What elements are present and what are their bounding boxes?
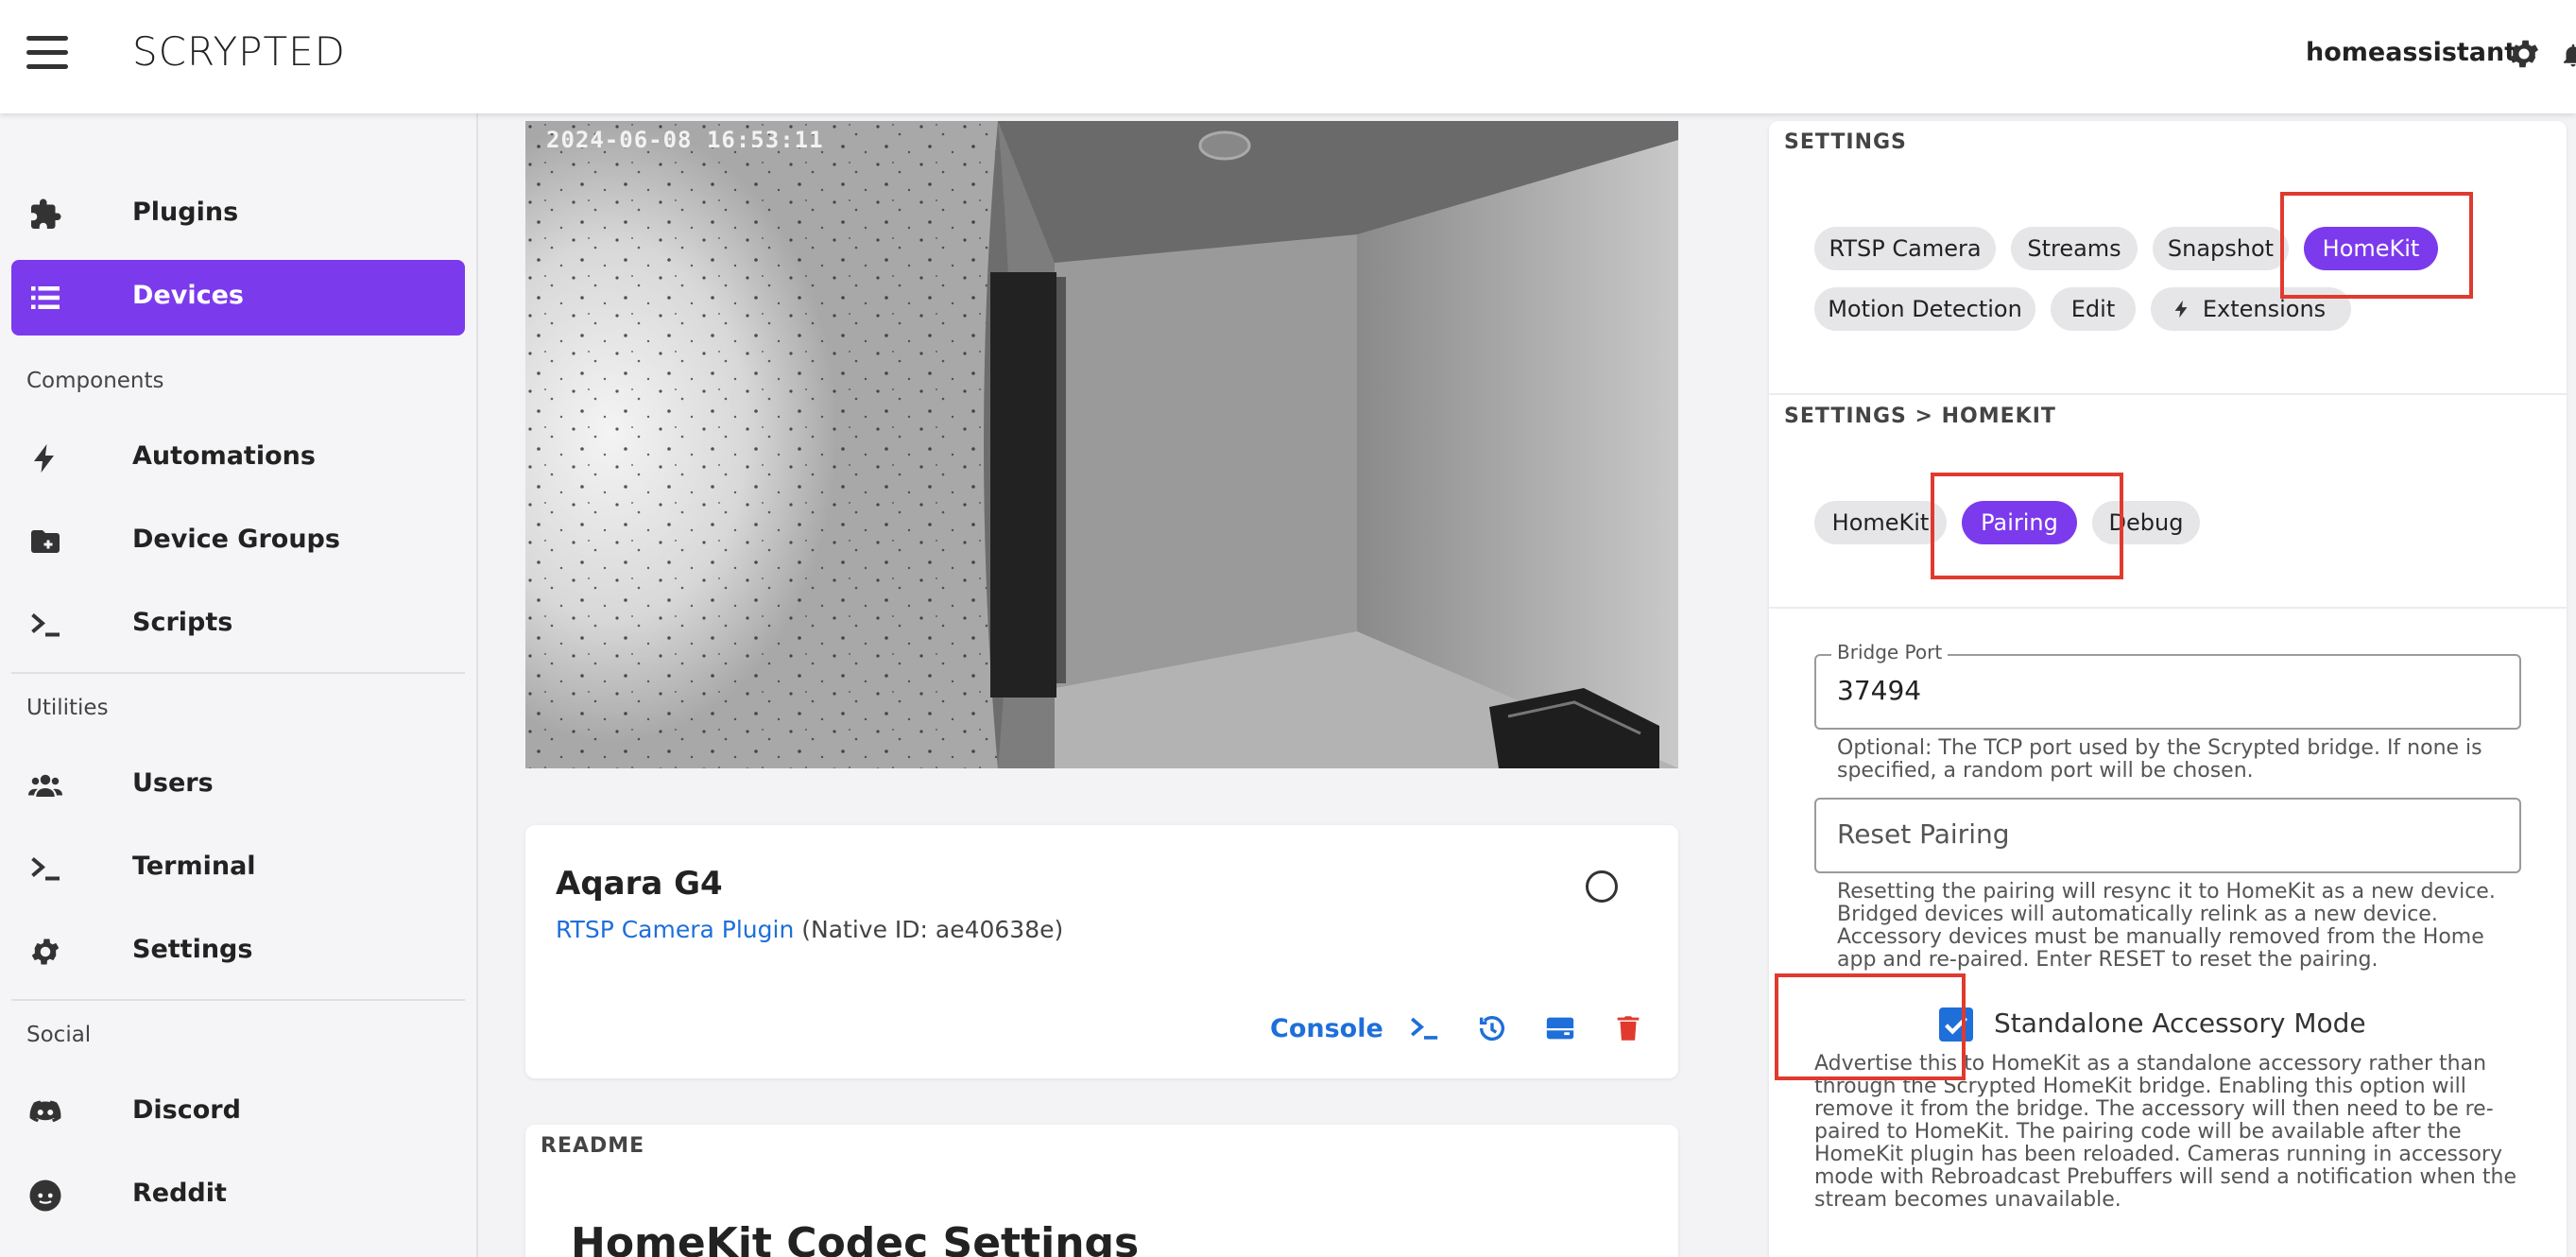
sidebar-item-devices[interactable]: Devices: [11, 260, 465, 336]
sidebar-item-label: Scripts: [132, 608, 233, 637]
sidebar-item-label: Terminal: [132, 852, 256, 881]
brand-title[interactable]: SCRYPTED: [132, 28, 346, 75]
sidebar-item-settings[interactable]: Settings: [11, 914, 465, 990]
standalone-label[interactable]: Standalone Accessory Mode: [1994, 1007, 2366, 1039]
terminal-icon: [31, 613, 60, 637]
readme-title: HomeKit Codec Settings: [571, 1219, 1140, 1257]
top-bar: SCRYPTED homeassistant: [0, 0, 2576, 113]
plugin-link[interactable]: RTSP Camera Plugin: [556, 916, 794, 943]
sidebar-item-plugins[interactable]: Plugins: [11, 177, 465, 252]
tab-extensions-label: Extensions: [2202, 296, 2327, 322]
gear-icon[interactable]: [2506, 36, 2542, 72]
settings-label: SETTINGS: [1784, 130, 1907, 154]
sidebar-item-label: Automations: [132, 441, 316, 471]
sidebar-item-automations[interactable]: Automations: [11, 421, 465, 496]
readme-label: README: [541, 1134, 645, 1158]
bridge-port-value[interactable]: 37494: [1837, 675, 1921, 706]
highlight-box-standalone-checkbox: [1775, 973, 1966, 1080]
sidebar-divider: [11, 999, 465, 1001]
tab-rtsp-camera[interactable]: RTSP Camera: [1814, 227, 1996, 270]
camera-video-feed[interactable]: 2024-06-08 16:53:11: [525, 121, 1678, 768]
discord-icon: [29, 1100, 61, 1123]
sidebar-item-discord[interactable]: Discord: [11, 1075, 465, 1150]
sidebar-item-label: Devices: [132, 281, 244, 310]
reset-pairing-field[interactable]: Reset Pairing: [1814, 798, 2521, 873]
sidebar-item-device-groups[interactable]: Device Groups: [11, 504, 465, 579]
bolt-icon: [2174, 300, 2188, 319]
section-label-components: Components: [26, 369, 164, 393]
native-id: (Native ID: ae40638e): [801, 916, 1064, 943]
tab-motion-detection[interactable]: Motion Detection: [1814, 287, 2035, 331]
bolt-icon: [34, 444, 54, 473]
gear-icon: [31, 938, 60, 965]
history-icon[interactable]: [1476, 1012, 1508, 1044]
sidebar: Plugins Devices Components Automations D…: [0, 113, 478, 1257]
sidebar-item-reddit[interactable]: Reddit: [11, 1158, 465, 1233]
sidebar-item-label: Device Groups: [132, 525, 340, 554]
bridge-port-help: Optional: The TCP port used by the Scryp…: [1837, 736, 2482, 783]
sidebar-item-terminal[interactable]: Terminal: [11, 831, 465, 906]
sidebar-item-label: Reddit: [132, 1179, 227, 1208]
storage-icon[interactable]: [1544, 1012, 1576, 1044]
console-button[interactable]: Console: [1270, 1014, 1383, 1043]
device-info-card: Aqara G4 RTSP Camera Plugin (Native ID: …: [525, 825, 1678, 1078]
reset-pairing-help: Resetting the pairing will resync it to …: [1837, 880, 2496, 972]
highlight-box-homekit-tab: [2280, 192, 2473, 299]
sidebar-item-label: Users: [132, 768, 214, 798]
sidebar-item-scripts[interactable]: Scripts: [11, 587, 465, 663]
settings-separator: [1769, 393, 2567, 395]
device-status-circle[interactable]: [1586, 870, 1618, 903]
users-icon: [28, 774, 62, 797]
terminal-icon[interactable]: [1408, 1012, 1440, 1044]
user-name[interactable]: homeassistant: [2306, 38, 2516, 67]
camera-frame-image: [525, 121, 1678, 768]
device-subtitle: RTSP Camera Plugin (Native ID: ae40638e): [556, 916, 1063, 943]
puzzle-icon: [31, 198, 61, 229]
sub-settings-label: SETTINGS > HOMEKIT: [1784, 405, 2056, 428]
sidebar-item-label: Plugins: [132, 198, 239, 227]
readme-card: README HomeKit Codec Settings: [525, 1125, 1678, 1257]
sidebar-divider: [11, 672, 465, 674]
settings-separator: [1769, 607, 2567, 609]
sidebar-item-label: Settings: [132, 935, 253, 964]
highlight-box-pairing-tab: [1931, 473, 2123, 579]
sidebar-item-users[interactable]: Users: [11, 748, 465, 823]
section-label-utilities: Utilities: [26, 696, 109, 720]
sidebar-item-label: Discord: [132, 1095, 241, 1125]
bridge-port-legend: Bridge Port: [1831, 641, 1949, 663]
reset-pairing-placeholder[interactable]: Reset Pairing: [1837, 818, 2010, 850]
tab-snapshot[interactable]: Snapshot: [2153, 227, 2289, 270]
list-icon: [31, 286, 60, 309]
bell-icon[interactable]: [2559, 38, 2576, 72]
device-name: Aqara G4: [556, 865, 723, 903]
trash-icon[interactable]: [1612, 1012, 1644, 1044]
video-timestamp: 2024-06-08 16:53:11: [546, 127, 824, 153]
terminal-icon: [31, 857, 60, 881]
section-label-social: Social: [26, 1023, 92, 1047]
subtab-homekit[interactable]: HomeKit: [1814, 501, 1947, 544]
menu-icon[interactable]: [26, 36, 68, 70]
tab-streams[interactable]: Streams: [2011, 227, 2138, 270]
tab-edit[interactable]: Edit: [2051, 287, 2136, 331]
bridge-port-field[interactable]: Bridge Port 37494: [1814, 641, 2521, 730]
reddit-icon: [29, 1180, 61, 1212]
folder-plus-icon: [31, 530, 60, 553]
